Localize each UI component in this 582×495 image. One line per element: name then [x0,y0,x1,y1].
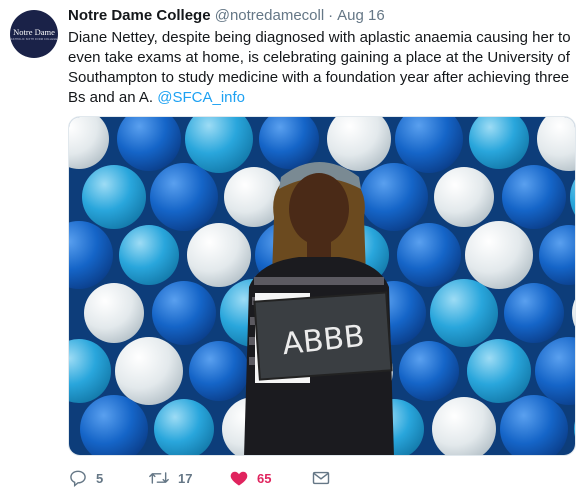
tweet-header: Notre Dame College @notredamecoll · Aug 16 [68,6,573,26]
avatar-logo-text: Notre Dame [13,26,55,37]
chalkboard-sign: ABBB [253,291,393,381]
balloon [119,225,179,285]
balloon [430,279,498,347]
timestamp[interactable]: Aug 16 [337,7,385,24]
balloon [82,165,146,229]
separator-dot: · [328,7,334,24]
retweet-icon [149,472,169,484]
balloon [399,341,459,401]
tweet-text: Diane Nettey, despite being diagnosed wi… [68,28,573,108]
handle[interactable]: @notredamecoll [215,7,324,24]
tweet-photo[interactable]: ABBB [68,116,576,456]
balloon [502,165,566,229]
like-button[interactable]: 65 [229,464,271,492]
reply-icon [70,470,86,487]
balloon [397,223,461,287]
balloon [187,223,251,287]
balloon [152,281,216,345]
tweet-body: Diane Nettey, despite being diagnosed wi… [68,29,571,106]
display-name[interactable]: Notre Dame College [68,7,211,24]
avatar-logo-subtext: CATHOLIC SIXTH FORM COLLEGE [10,37,58,41]
reply-count: 5 [96,470,104,486]
direct-message-button[interactable] [311,464,331,492]
retweet-count: 17 [178,470,193,486]
balloon [150,163,218,231]
balloon [189,341,249,401]
direct-message-icon [312,471,330,485]
balloon [504,283,564,343]
tweet-actions: 5 17 65 [68,464,573,494]
reply-button[interactable]: 5 [68,464,103,492]
photo-image: ABBB [69,117,575,455]
balloon [360,163,428,231]
tweet: Notre Dame College @notredamecoll · Aug 16… [68,6,573,108]
balloon [434,167,494,227]
retweet-button[interactable]: 17 [148,464,192,492]
balloon [467,339,531,403]
balloon [465,221,533,289]
balloon [84,283,144,343]
balloon [115,337,183,405]
like-count: 65 [257,470,272,486]
heart-icon [230,471,248,486]
avatar[interactable]: Notre Dame CATHOLIC SIXTH FORM COLLEGE [10,10,58,58]
mention-link[interactable]: @SFCA_info [157,89,245,106]
